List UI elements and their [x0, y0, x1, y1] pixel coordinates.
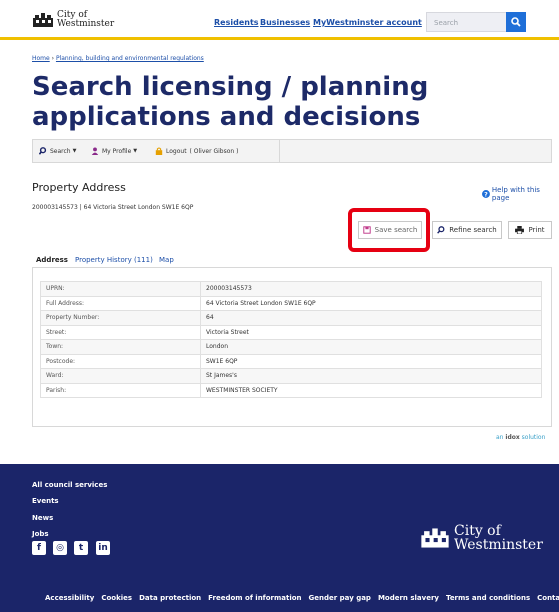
table-row: UPRN: 200003145573 [40, 281, 542, 297]
breadcrumb-planning[interactable]: Planning, building and environmental reg… [56, 55, 204, 62]
search-menu[interactable]: Search ▼ [39, 140, 76, 162]
idox-credit[interactable]: an idox solution [496, 434, 545, 441]
detail-label: Property Number: [40, 310, 201, 326]
search-icon [511, 17, 521, 27]
lock-icon [155, 147, 163, 155]
detail-label: Parish: [40, 382, 201, 398]
tab-address[interactable]: Address [36, 256, 68, 264]
search-icon [39, 147, 47, 155]
detail-label: Ward: [40, 368, 201, 384]
table-row: Full Address: 64 Victoria Street London S… [40, 295, 542, 311]
svg-text:?: ? [484, 191, 488, 198]
footer-bottom-links: Accessibility Cookies Data protection Fr… [45, 594, 559, 602]
detail-value: 64 [200, 310, 542, 326]
detail-label: Street: [40, 324, 201, 340]
footer-link-cookies[interactable]: Cookies [101, 594, 132, 602]
footer-link-all-council-services[interactable]: All council services [32, 481, 107, 489]
table-row: Property Number: 64 [40, 310, 542, 326]
print-label: Print [528, 226, 545, 234]
tab-map[interactable]: Map [159, 256, 174, 264]
footer-link-accessibility[interactable]: Accessibility [45, 594, 94, 602]
refine-search-label: Refine search [449, 226, 497, 234]
detail-value: SW1E 6QP [200, 353, 542, 369]
detail-value: St James's [200, 368, 542, 384]
footer-logo-line2: Westminster [454, 537, 543, 553]
logged-in-user: ( Oliver Gibson ) [189, 147, 239, 155]
breadcrumb-home[interactable]: Home [32, 55, 50, 62]
footer-link-gender-pay-gap[interactable]: Gender pay gap [309, 594, 371, 602]
footer-westminster-logo[interactable]: City of Westminster [420, 524, 543, 552]
detail-value: WESTMINSTER SOCIETY [200, 382, 542, 398]
account-toolbar: Search ▼ My Profile ▼ Logout ( Oliver Gi… [32, 139, 552, 163]
detail-label: Postcode: [40, 353, 201, 369]
footer-link-contact-us[interactable]: Contact us [537, 594, 559, 602]
footer-link-data-protection[interactable]: Data protection [139, 594, 201, 602]
nav-residents[interactable]: Residents [214, 18, 259, 27]
footer-link-freedom-of-information[interactable]: Freedom of information [208, 594, 301, 602]
site-search-button[interactable] [506, 12, 526, 32]
westminster-logo[interactable]: City of Westminster [32, 11, 114, 29]
print-button[interactable]: Print [508, 221, 552, 239]
table-row: Ward: St James's [40, 368, 542, 384]
help-link-label: Help with this page [491, 186, 540, 202]
chevron-down-icon: ▼ [72, 148, 77, 154]
nav-mywestminster-account[interactable]: MyWestminster account [313, 18, 422, 27]
logo-line2: Westminster [57, 19, 115, 29]
detail-label: UPRN: [40, 281, 201, 297]
instagram-icon[interactable]: ◎ [53, 541, 67, 555]
idox-prefix: an [496, 434, 506, 441]
footer-link-terms[interactable]: Terms and conditions [446, 594, 530, 602]
property-address-summary: 200003145573 | 64 Victoria Street London… [32, 204, 194, 211]
crest-icon [421, 528, 449, 548]
logout-link[interactable]: Logout ( Oliver Gibson ) [155, 140, 238, 162]
toolbar-divider [279, 140, 280, 162]
page-title: Search licensing / planning applications… [32, 72, 429, 132]
detail-value: Victoria Street [200, 324, 542, 340]
user-icon [91, 147, 99, 155]
detail-label: Full Address: [40, 295, 201, 311]
chevron-down-icon: ▼ [133, 148, 138, 154]
printer-icon [515, 226, 525, 234]
help-link[interactable]: ? Help with this page [482, 186, 559, 202]
search-icon [437, 226, 445, 234]
idox-suffix: solution [519, 434, 546, 441]
table-row: Street: Victoria Street [40, 324, 542, 340]
my-profile-menu[interactable]: My Profile ▼ [91, 140, 137, 162]
detail-label: Town: [40, 339, 201, 355]
refine-search-button[interactable]: Refine search [432, 221, 502, 239]
detail-value: 200003145573 [200, 281, 542, 297]
search-menu-label: Search [50, 147, 71, 155]
my-profile-label: My Profile [102, 147, 132, 155]
breadcrumb: Home › Planning, building and environmen… [32, 55, 204, 62]
facebook-icon[interactable]: f [32, 541, 46, 555]
site-header: City of Westminster Residents Businesses… [0, 0, 559, 40]
footer-link-jobs[interactable]: Jobs [32, 530, 49, 538]
footer-link-news[interactable]: News [32, 514, 53, 522]
logout-label: Logout [166, 147, 187, 155]
detail-value: London [200, 339, 542, 355]
help-icon: ? [482, 190, 490, 198]
footer-link-modern-slavery[interactable]: Modern slavery [378, 594, 439, 602]
detail-value: 64 Victoria Street London SW1E 6QP [200, 295, 542, 311]
site-search-input[interactable]: Search [426, 12, 506, 32]
table-row: Postcode: SW1E 6QP [40, 353, 542, 369]
save-search-highlight [348, 208, 430, 252]
tab-property-history[interactable]: Property History (111) [75, 256, 153, 264]
crest-icon [33, 13, 53, 27]
twitter-icon[interactable]: t [74, 541, 88, 555]
idox-brand: idox [505, 434, 520, 441]
table-row: Town: London [40, 339, 542, 355]
nav-businesses[interactable]: Businesses [260, 18, 310, 27]
table-row: Parish: WESTMINSTER SOCIETY [40, 382, 542, 398]
footer-link-events[interactable]: Events [32, 497, 59, 505]
footer-logo-line1: City of [454, 523, 501, 539]
property-address-heading: Property Address [32, 181, 126, 194]
property-details-table: UPRN: 200003145573 Full Address: 64 Victori… [40, 281, 542, 398]
linkedin-icon[interactable]: in [96, 541, 110, 555]
